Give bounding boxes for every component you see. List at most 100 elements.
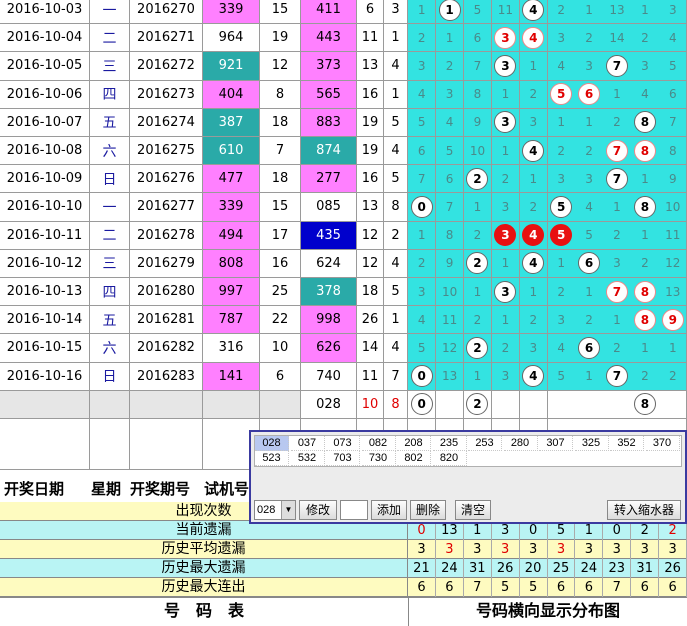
number-list-item[interactable]: 352	[610, 436, 644, 451]
ball-icon: 0	[410, 365, 433, 388]
span-cell: 19	[357, 108, 384, 137]
number-list-item[interactable]: 730	[361, 451, 396, 466]
dist-cell: 13	[659, 278, 687, 307]
span-cell: 12	[357, 221, 384, 250]
test-number-cell: 610	[203, 137, 260, 166]
lottery-number-cell[interactable]: 373	[301, 52, 357, 81]
dist-cell: 9	[659, 165, 687, 194]
lottery-number-cell[interactable]: 626	[301, 334, 357, 363]
number-list-item[interactable]: 370	[645, 436, 680, 451]
number-list-item[interactable]: 073	[326, 436, 360, 451]
ball-icon: 2	[466, 167, 489, 190]
span-cell: 11	[357, 362, 384, 391]
add-button[interactable]: 添加	[371, 500, 407, 520]
issue-cell: 2016270	[130, 0, 203, 25]
modify-button[interactable]: 修改	[299, 500, 337, 520]
number-list[interactable]: 028 037 073 082 208 235 253 280 307 325 352 370 523 5…	[254, 435, 682, 467]
blank-cell	[130, 390, 203, 419]
lottery-number-cell[interactable]: 378	[301, 278, 357, 307]
stat-value: 3	[548, 540, 576, 559]
number-list-item[interactable]: 037	[290, 436, 325, 451]
stat-value: 5	[520, 578, 548, 597]
number-list-item[interactable]: 028	[255, 436, 289, 451]
chevron-down-icon[interactable]: ▼	[281, 501, 295, 519]
ball-icon: 7	[605, 54, 628, 77]
dist-cell: 6	[575, 80, 604, 109]
spacer-cell	[90, 419, 130, 470]
lottery-number-cell[interactable]: 277	[301, 165, 357, 194]
dist-cell: 12	[659, 249, 687, 278]
lottery-number-cell[interactable]: 874	[301, 137, 357, 166]
issue-cell: 2016271	[130, 24, 203, 53]
lottery-number-cell[interactable]: 998	[301, 306, 357, 335]
stat-value: 3	[575, 540, 604, 559]
number-list-item[interactable]: 523	[255, 451, 289, 466]
span-cell: 13	[357, 193, 384, 222]
dist-cell: 2	[631, 249, 660, 278]
dist-cell: 7	[603, 52, 632, 81]
number-list-item[interactable]: 532	[290, 451, 325, 466]
predict-dist-cell	[575, 390, 604, 419]
k-cell: 3	[384, 0, 408, 25]
number-list-item[interactable]: 208	[397, 436, 431, 451]
lottery-number-cell[interactable]: 624	[301, 249, 357, 278]
ball-icon: 3	[494, 224, 517, 247]
number-combo[interactable]: 028 ▼	[254, 500, 296, 520]
clear-button[interactable]: 清空	[455, 500, 491, 520]
stat-value: 25	[548, 559, 576, 578]
lottery-number-cell[interactable]: 740	[301, 362, 357, 391]
footer-number-table: 号 码 表	[163, 601, 244, 620]
dist-cell: 4	[519, 24, 548, 53]
lottery-number-cell[interactable]: 443	[301, 24, 357, 53]
dist-cell: 4	[408, 80, 437, 109]
predict-dist-cell	[435, 390, 465, 419]
sum-cell: 25	[260, 278, 301, 307]
lottery-number-cell[interactable]: 565	[301, 80, 357, 109]
number-list-item[interactable]: 280	[503, 436, 538, 451]
number-input[interactable]	[340, 500, 368, 520]
lottery-number-cell[interactable]: 411	[301, 0, 357, 25]
number-list-item[interactable]: 307	[539, 436, 573, 451]
transfer-button[interactable]: 转入缩水器	[607, 500, 681, 520]
ball-icon: 4	[522, 26, 545, 49]
dist-cell: 1	[463, 278, 493, 307]
sum-cell: 6	[260, 362, 301, 391]
ball-icon: 7	[605, 139, 628, 162]
number-list-item[interactable]: 253	[468, 436, 502, 451]
number-list-item[interactable]: 235	[432, 436, 467, 451]
dist-cell: 11	[491, 0, 521, 25]
lottery-number-cell[interactable]: 085	[301, 193, 357, 222]
stat-value: 3	[603, 540, 632, 559]
dist-cell: 1	[603, 306, 632, 335]
dist-cell: 3	[519, 108, 548, 137]
k-cell: 4	[384, 249, 408, 278]
dist-cell: 3	[491, 193, 521, 222]
max-streak-label: 历史最大连出	[0, 578, 408, 597]
date-cell: 2016-10-03	[0, 0, 90, 25]
dist-cell: 14	[603, 24, 632, 53]
delete-button[interactable]: 删除	[410, 500, 446, 520]
dist-cell: 4	[519, 221, 548, 250]
dist-cell: 2	[463, 165, 493, 194]
dist-cell: 1	[575, 108, 604, 137]
dist-cell: 3	[408, 278, 437, 307]
number-list-item[interactable]: 082	[361, 436, 396, 451]
spacer-cell	[0, 419, 90, 470]
ball-icon: 6	[578, 252, 601, 275]
dist-cell: 11	[659, 221, 687, 250]
dist-cell: 2	[463, 249, 493, 278]
lottery-number-cell[interactable]: 883	[301, 108, 357, 137]
number-list-item[interactable]: 703	[326, 451, 360, 466]
number-list-item[interactable]: 325	[574, 436, 609, 451]
lottery-number-cell[interactable]: 435	[301, 221, 357, 250]
stat-value: 6	[659, 578, 687, 597]
dist-cell: 5	[547, 362, 576, 391]
number-list-item[interactable]: 802	[397, 451, 431, 466]
stat-value: 20	[520, 559, 548, 578]
sum-cell: 8	[260, 80, 301, 109]
ball-icon: 7	[605, 365, 628, 388]
dist-cell: 2	[463, 334, 493, 363]
issue-cell: 2016277	[130, 193, 203, 222]
week-cell: 五	[90, 306, 130, 335]
number-list-item[interactable]: 820	[432, 451, 467, 466]
